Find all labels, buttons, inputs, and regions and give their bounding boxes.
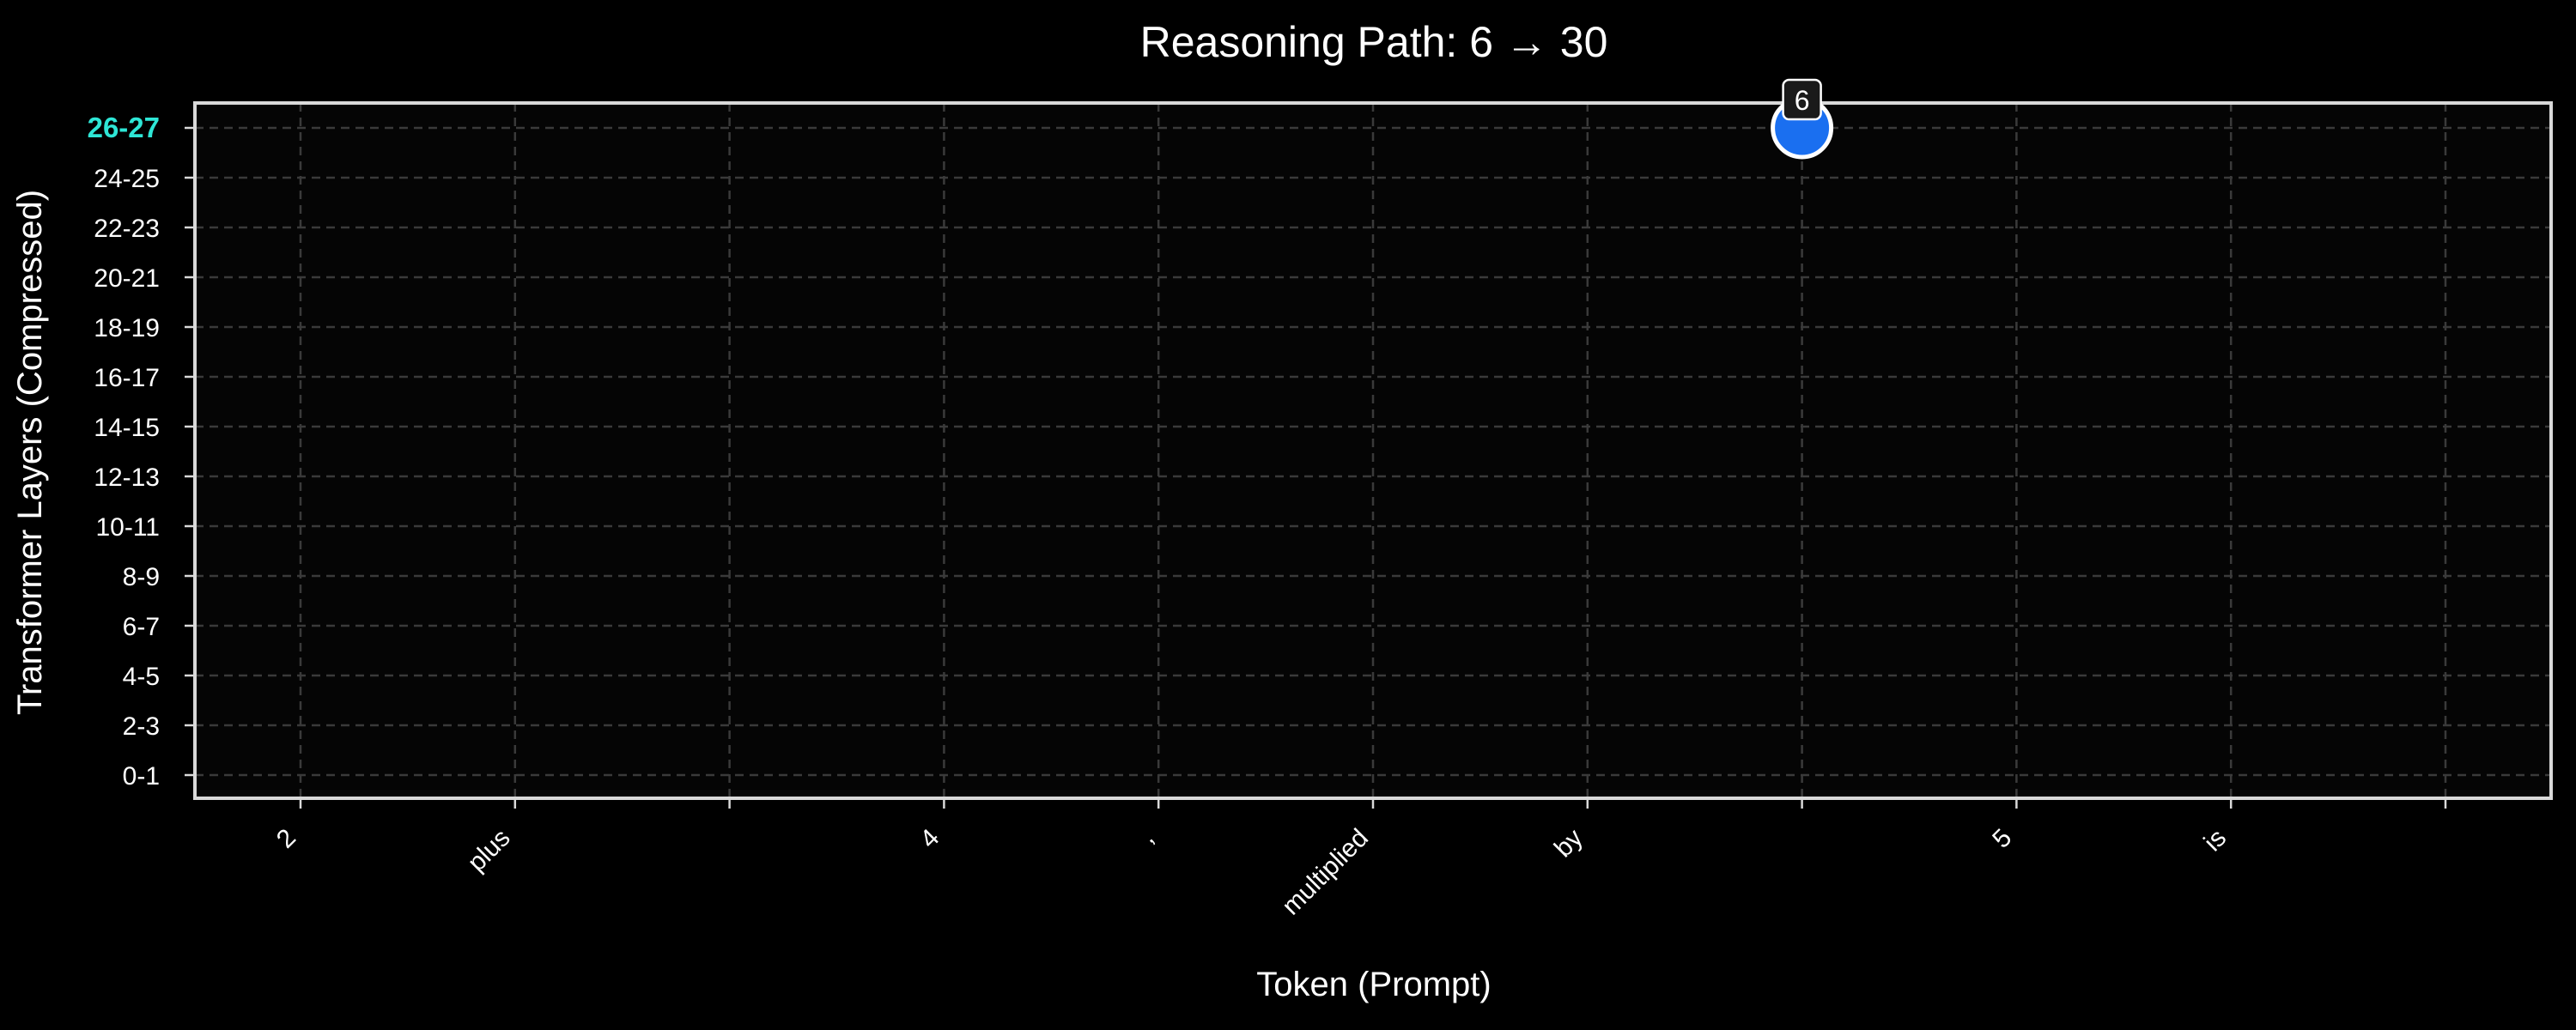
y-tick-label: 0-1 bbox=[123, 762, 160, 791]
x-axis-label: Token (Prompt) bbox=[1256, 966, 1491, 1003]
y-tick-label: 18-19 bbox=[94, 314, 160, 342]
y-tick-label: 14-15 bbox=[94, 414, 160, 442]
data-point-label: 6 bbox=[1795, 85, 1810, 116]
y-tick-label: 22-23 bbox=[94, 215, 160, 243]
plot-area: 0-1 2-3 4-5 6-7 8-9 10-11 12-13 14-15 16-17 18-19… bbox=[88, 78, 2553, 921]
chart-title: Reasoning Path: 6 → 30 bbox=[1140, 18, 1608, 66]
y-tick-label: 10-11 bbox=[95, 513, 160, 542]
y-tick-label: 20-21 bbox=[94, 264, 160, 293]
y-tick-label: 26-27 bbox=[88, 112, 160, 143]
reasoning-path-chart: Reasoning Path: 6 → 30 Token (Prompt) Tr… bbox=[0, 0, 2576, 1030]
y-tick-label: 12-13 bbox=[94, 464, 160, 492]
chart-container: Reasoning Path: 6 → 30 Token (Prompt) Tr… bbox=[0, 0, 2576, 1030]
y-axis-label: Transformer Layers (Compressed) bbox=[11, 190, 49, 715]
y-tick-label: 8-9 bbox=[123, 563, 160, 591]
y-tick-label: 6-7 bbox=[123, 613, 160, 641]
y-tick-label: 16-17 bbox=[94, 364, 160, 392]
y-tick-label: 2-3 bbox=[123, 712, 160, 741]
y-tick-label: 24-25 bbox=[94, 165, 160, 193]
y-tick-label: 4-5 bbox=[123, 663, 160, 691]
